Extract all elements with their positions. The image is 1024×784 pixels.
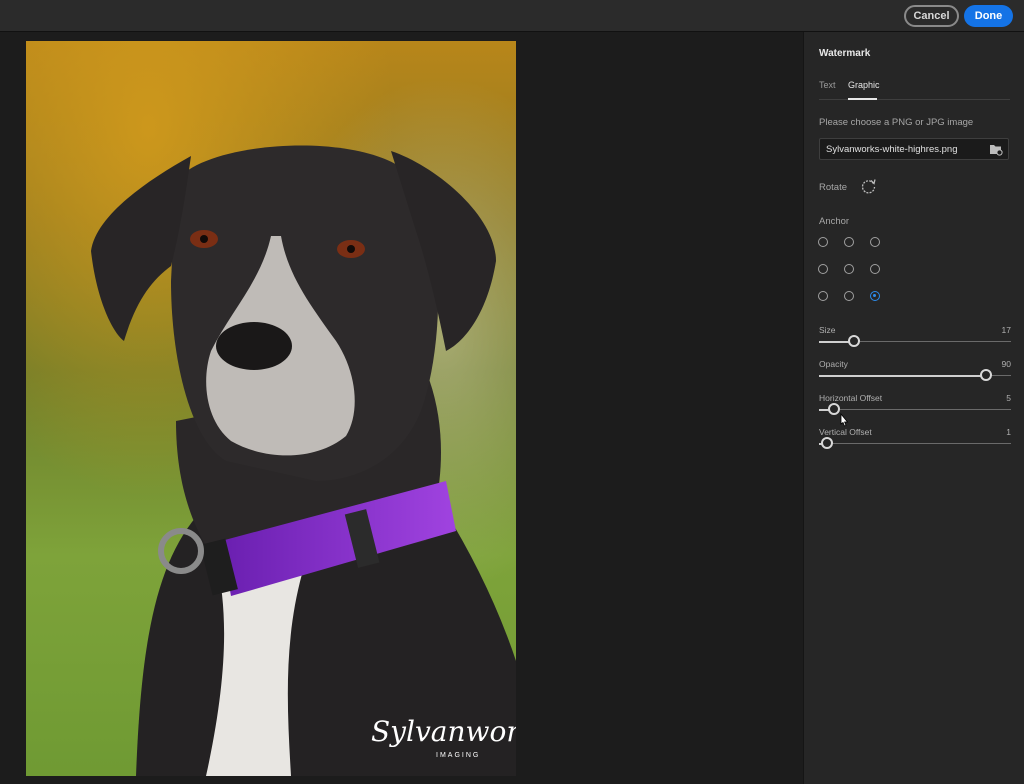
- size-thumb[interactable]: [848, 335, 860, 347]
- opacity-thumb[interactable]: [980, 369, 992, 381]
- watermark-script: Sylvanworks: [371, 715, 516, 748]
- tab-text[interactable]: Text: [819, 80, 836, 90]
- file-chooser-field[interactable]: Sylvanworks-white-highres.png: [819, 138, 1009, 160]
- anchor-label: Anchor: [819, 216, 850, 227]
- horizontal-offset-track[interactable]: [819, 409, 1011, 410]
- choose-image-label: Please choose a PNG or JPG image: [819, 117, 974, 128]
- active-tab-indicator: [848, 98, 877, 100]
- vertical-offset-track[interactable]: [819, 443, 1011, 444]
- horizontal-offset-label: Horizontal Offset: [819, 393, 883, 403]
- anchor-middle-left[interactable]: [818, 264, 828, 274]
- opacity-value: 90: [1001, 359, 1011, 369]
- rotate-icon[interactable]: [860, 178, 877, 195]
- dog-photo: Sylvanworks IMAGING: [26, 41, 516, 776]
- vertical-offset-thumb[interactable]: [821, 437, 833, 449]
- size-label: Size: [819, 325, 836, 335]
- photo-preview: Sylvanworks IMAGING: [26, 41, 516, 776]
- size-value: 17: [1001, 325, 1011, 335]
- watermark-subtitle: IMAGING: [436, 752, 480, 759]
- size-slider-row: Size 17: [819, 325, 1011, 355]
- rotate-label: Rotate: [819, 182, 847, 193]
- anchor-bottom-right[interactable]: [870, 291, 880, 301]
- folder-icon[interactable]: [989, 143, 1003, 156]
- tab-graphic[interactable]: Graphic: [848, 80, 880, 90]
- anchor-grid: [818, 237, 888, 307]
- anchor-middle-center[interactable]: [844, 264, 854, 274]
- file-name-value: Sylvanworks-white-highres.png: [826, 144, 958, 155]
- horizontal-offset-value: 5: [1006, 393, 1011, 403]
- anchor-bottom-left[interactable]: [818, 291, 828, 301]
- vertical-offset-slider-row: Vertical Offset 1: [819, 427, 1011, 457]
- opacity-slider-row: Opacity 90: [819, 359, 1011, 389]
- anchor-top-left[interactable]: [818, 237, 828, 247]
- done-button[interactable]: Done: [964, 5, 1013, 27]
- vertical-offset-value: 1: [1006, 427, 1011, 437]
- anchor-top-right[interactable]: [870, 237, 880, 247]
- opacity-label: Opacity: [819, 359, 848, 369]
- anchor-top-center[interactable]: [844, 237, 854, 247]
- watermark-panel: Watermark Text Graphic Please choose a P…: [803, 32, 1024, 784]
- anchor-bottom-center[interactable]: [844, 291, 854, 301]
- anchor-middle-right[interactable]: [870, 264, 880, 274]
- pointer-cursor-icon: [840, 413, 849, 427]
- top-toolbar: Cancel Done: [0, 0, 1024, 32]
- panel-title: Watermark: [819, 48, 871, 59]
- cancel-button[interactable]: Cancel: [904, 5, 959, 27]
- opacity-fill: [819, 375, 986, 377]
